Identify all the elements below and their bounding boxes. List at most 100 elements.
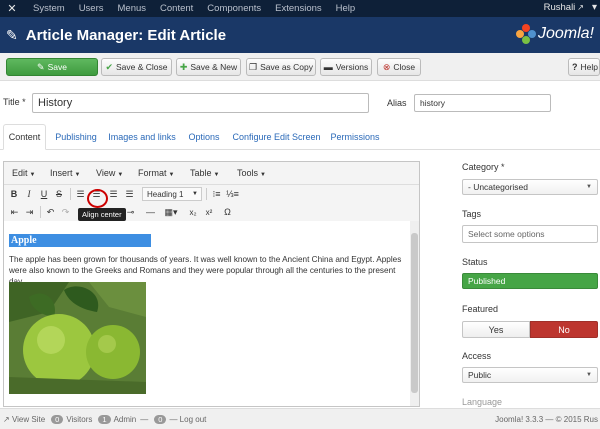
save-icon: ✎ — [37, 61, 45, 72]
external-link-icon: ↗ — [3, 414, 10, 424]
horizontal-rule-icon[interactable]: — — [144, 205, 157, 219]
divider-dash: — — [140, 414, 149, 424]
caret-down-icon: ▼ — [117, 172, 124, 178]
indent-icon[interactable]: ⇥ — [23, 205, 36, 219]
toolbar-divider — [206, 188, 207, 200]
menu-components[interactable]: Components — [200, 3, 268, 14]
messages-count-badge: 0 — [154, 414, 167, 424]
caret-down-icon: ▼ — [260, 172, 266, 178]
editor-toolbar-row2: ⇤ ⇥ ↶ ↷ ⊸ — ▦▾ x₂ x² Ω — [4, 203, 419, 221]
edit-tabs: Content Publishing Images and links Opti… — [0, 124, 600, 150]
save-new-button[interactable]: ✚ Save & New — [176, 58, 241, 76]
tab-content[interactable]: Content — [3, 124, 46, 150]
view-site-link[interactable]: ↗ View Site — [3, 415, 45, 424]
joomla-flower-icon — [515, 24, 536, 44]
editor-menu-tools[interactable]: Tools ▼ — [237, 168, 266, 178]
align-left-icon[interactable]: ☰ — [74, 187, 87, 201]
editor-scrollbar[interactable] — [410, 221, 419, 406]
scrollbar-thumb[interactable] — [411, 233, 418, 393]
tags-input[interactable]: Select some options — [462, 225, 598, 243]
tab-options[interactable]: Options — [184, 124, 224, 150]
menu-system[interactable]: System — [26, 3, 72, 14]
close-button[interactable]: ⊗ Close — [377, 58, 421, 76]
superscript-icon[interactable]: x² — [203, 205, 215, 219]
save-copy-button[interactable]: ❐ Save as Copy — [246, 58, 316, 76]
undo-icon[interactable]: ↶ — [44, 205, 57, 219]
content-heading: Apple — [9, 234, 151, 247]
editor-menu-insert[interactable]: Insert ▼ — [50, 168, 80, 178]
category-label: Category * — [462, 162, 505, 172]
editor-menu-view[interactable]: View ▼ — [96, 168, 123, 178]
bold-icon[interactable]: B — [8, 187, 20, 201]
apple-photo-svg — [9, 282, 146, 394]
tab-configure-edit-screen[interactable]: Configure Edit Screen — [231, 124, 322, 150]
menu-extensions[interactable]: Extensions — [268, 3, 328, 14]
table-icon[interactable]: ▦▾ — [161, 205, 181, 219]
action-toolbar: ✎ Save ✔ Save & Close ✚ Save & New ❐ Save as… — [0, 53, 600, 81]
tab-publishing[interactable]: Publishing — [51, 124, 101, 150]
featured-yes-button[interactable]: Yes — [462, 321, 530, 338]
editor-menu-format[interactable]: Format ▼ — [138, 168, 174, 178]
caret-down-icon: ▼ — [586, 184, 592, 190]
access-label: Access — [462, 351, 492, 361]
editor-menu-edit[interactable]: Edit ▼ — [12, 168, 35, 178]
alias-label: Alias — [387, 98, 407, 108]
save-button[interactable]: ✎ Save — [6, 58, 98, 76]
toolbar-divider — [40, 206, 41, 218]
status-select[interactable]: Published — [462, 273, 598, 289]
pencil-icon: ✎ — [6, 26, 18, 43]
versions-button[interactable]: ▬ Versions — [320, 58, 372, 76]
logout-link[interactable]: — Log out — [169, 415, 206, 424]
status-footer: ↗ View Site 0 Visitors 1 Admin — 0 — Log o… — [0, 408, 600, 429]
language-label: Language — [462, 397, 503, 407]
joomla-x-icon[interactable]: ✕ — [4, 0, 20, 17]
bullet-list-icon[interactable]: ⁝≡ — [210, 187, 223, 201]
strikethrough-icon[interactable]: S — [53, 187, 65, 201]
link-icon[interactable]: ⊸ — [124, 205, 137, 219]
apple-image[interactable] — [9, 282, 146, 394]
align-right-icon[interactable]: ☰ — [107, 187, 120, 201]
tags-label: Tags — [462, 209, 482, 219]
category-select[interactable]: - Uncategorised ▼ — [462, 179, 598, 195]
italic-icon[interactable]: I — [23, 187, 35, 201]
alias-input[interactable]: history — [414, 94, 551, 112]
top-menu: System Users Menus Content Components Ex… — [26, 3, 362, 14]
redo-icon[interactable]: ↷ — [59, 205, 72, 219]
align-justify-icon[interactable]: ☰ — [123, 187, 136, 201]
menu-users[interactable]: Users — [72, 3, 111, 14]
caret-down-icon: ▼ — [74, 172, 81, 178]
editor-content-area[interactable]: Apple The apple has been grown for thous… — [4, 221, 410, 406]
menu-help[interactable]: Help — [329, 3, 363, 14]
underline-icon[interactable]: U — [38, 187, 50, 201]
align-center-tooltip: Align center — [78, 208, 126, 221]
archive-icon: ▬ — [323, 62, 333, 72]
user-dropdown-icon[interactable]: ▾ — [592, 2, 597, 13]
outdent-icon[interactable]: ⇤ — [8, 205, 21, 219]
caret-down-icon: ▼ — [213, 172, 220, 178]
format-select[interactable]: Heading 1 ▼ — [142, 187, 202, 201]
user-name: Rushali — [543, 2, 576, 13]
help-button[interactable]: ? Help — [568, 58, 600, 76]
access-select[interactable]: Public ▼ — [462, 367, 598, 383]
admin-count-badge: 1 — [98, 414, 111, 424]
tab-images-links[interactable]: Images and links — [107, 124, 177, 150]
numbered-list-icon[interactable]: ⅓≡ — [226, 187, 239, 201]
version-info: Joomla! 3.3.3 — © 2015 Rus — [495, 414, 598, 424]
admin-label: Admin — [113, 414, 137, 424]
tab-permissions[interactable]: Permissions — [327, 124, 383, 150]
highlight-circle — [87, 189, 108, 208]
caret-down-icon: ▼ — [192, 191, 198, 197]
title-label: Title * — [3, 97, 26, 107]
featured-no-button[interactable]: No — [530, 321, 598, 338]
user-menu[interactable]: Rushali ↗ — [544, 2, 584, 13]
visitors-count-badge: 0 — [51, 414, 64, 424]
title-input[interactable]: History — [32, 93, 369, 113]
menu-content[interactable]: Content — [153, 3, 200, 14]
special-character-icon[interactable]: Ω — [221, 205, 234, 219]
joomla-logo: Joomla! — [515, 24, 594, 44]
save-close-button[interactable]: ✔ Save & Close — [101, 58, 172, 76]
subscript-icon[interactable]: x₂ — [187, 205, 199, 219]
editor-menu-table[interactable]: Table ▼ — [190, 168, 219, 178]
visitors-label: Visitors — [66, 414, 93, 424]
menu-menus[interactable]: Menus — [111, 3, 154, 14]
